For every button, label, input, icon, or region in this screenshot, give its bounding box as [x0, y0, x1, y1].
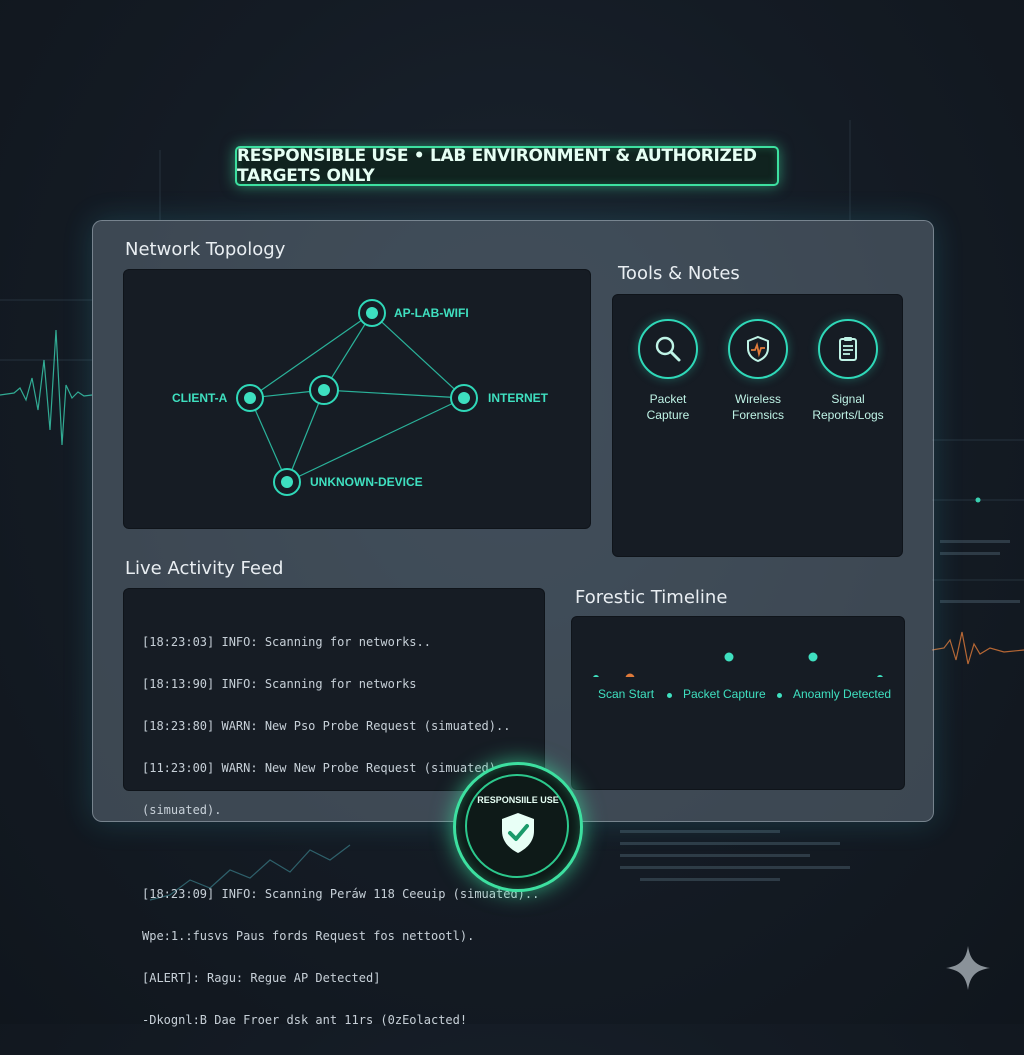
responsible-use-badge: RESPONSIILE USE — [453, 762, 583, 892]
timeline-marker-warn[interactable] — [625, 673, 635, 678]
timeline-bullet — [777, 693, 782, 698]
tool-label-line1: Wireless — [734, 392, 781, 406]
responsible-use-banner: RESPONSIBLE USE • LAB ENVIRONMENT & AUTH… — [235, 146, 779, 186]
live-activity-feed-title: Live Activity Feed — [125, 558, 284, 579]
tool-label-line2: Capture — [646, 408, 690, 422]
node-label-client: CLIENT-A — [172, 391, 228, 405]
tool-wireless-forensics[interactable]: Wireless Forensics — [713, 319, 803, 423]
tool-label-line1: Signal — [831, 392, 865, 406]
node-hub[interactable] — [309, 375, 339, 405]
tool-label-line2: Forensics — [731, 408, 784, 422]
log-line: [ALERT]: Ragu: Regue AP Detected] — [142, 971, 381, 985]
right-waveform — [931, 631, 1024, 665]
log-line: [18:23:03] INFO: Scanning for networks.. — [142, 635, 431, 649]
timeline-event-label: Packet Capture — [683, 687, 766, 701]
log-line: [18:23:80] WARN: New Pso Probe Request (… — [142, 719, 511, 733]
topology-graph: AP-LAB-WIFI CLIENT-A INTERNET UNKNOWN-DE… — [172, 299, 549, 496]
network-topology-title: Network Topology — [125, 239, 286, 260]
tool-label-line2: Reports/Logs — [812, 408, 884, 422]
tool-signal-reports[interactable]: Signal Reports/Logs — [803, 319, 893, 423]
node-ap-lab-wifi[interactable] — [358, 299, 386, 327]
tools-notes-card: Packet Capture Wireless Forensics Signal… — [612, 294, 903, 557]
shield-check-icon — [502, 813, 534, 853]
node-label-unknown: UNKNOWN-DEVICE — [310, 475, 423, 489]
tool-label-line1: Packet — [649, 392, 687, 406]
timeline-event-label: Anoamly Detected — [793, 687, 892, 701]
node-internet[interactable] — [450, 384, 478, 412]
timeline-bullet — [667, 693, 672, 698]
tool-packet-capture[interactable]: Packet Capture — [623, 319, 713, 423]
timeline-marker[interactable] — [724, 652, 734, 662]
log-line: -Dkognl:B Dae Froer dsk ant 11rs (0zEola… — [142, 1013, 468, 1027]
log-line: [18:23:09] INFO: Scanning Peráw 118 Ceeu… — [142, 887, 540, 901]
sparkle-icon — [946, 946, 990, 990]
network-topology-card: AP-LAB-WIFI CLIENT-A INTERNET UNKNOWN-DE… — [123, 269, 591, 529]
node-client-a[interactable] — [236, 384, 264, 412]
log-line: [18:13:90] INFO: Scanning for networks — [142, 677, 417, 691]
badge-label: RESPONSIILE USE — [477, 795, 559, 805]
node-unknown-device[interactable] — [273, 468, 301, 496]
dashboard-panel: Network Topology AP-LAB-WIFI CLIENT-A IN… — [92, 220, 934, 1027]
timeline-marker[interactable] — [808, 652, 818, 662]
log-line: Wpe:1.:fusvs Paus fords Request fos nett… — [142, 929, 475, 943]
clipboard-icon — [818, 319, 878, 379]
forensic-timeline-card: Scan Start Packet Capture Anoamly Detect… — [571, 616, 905, 790]
timeline-track — [593, 652, 883, 678]
left-waveform — [0, 329, 93, 446]
magnifier-icon — [638, 319, 698, 379]
node-label-internet: INTERNET — [488, 391, 549, 405]
live-activity-feed-card[interactable]: [18:23:03] INFO: Scanning for networks..… — [123, 588, 545, 1027]
tools-notes-title: Tools & Notes — [618, 263, 740, 284]
node-label-ap: AP-LAB-WIFI — [394, 306, 469, 320]
shield-pulse-icon — [728, 319, 788, 379]
forensic-timeline-title: Forestic Timeline — [575, 587, 728, 608]
timeline-event-label: Scan Start — [598, 687, 655, 701]
